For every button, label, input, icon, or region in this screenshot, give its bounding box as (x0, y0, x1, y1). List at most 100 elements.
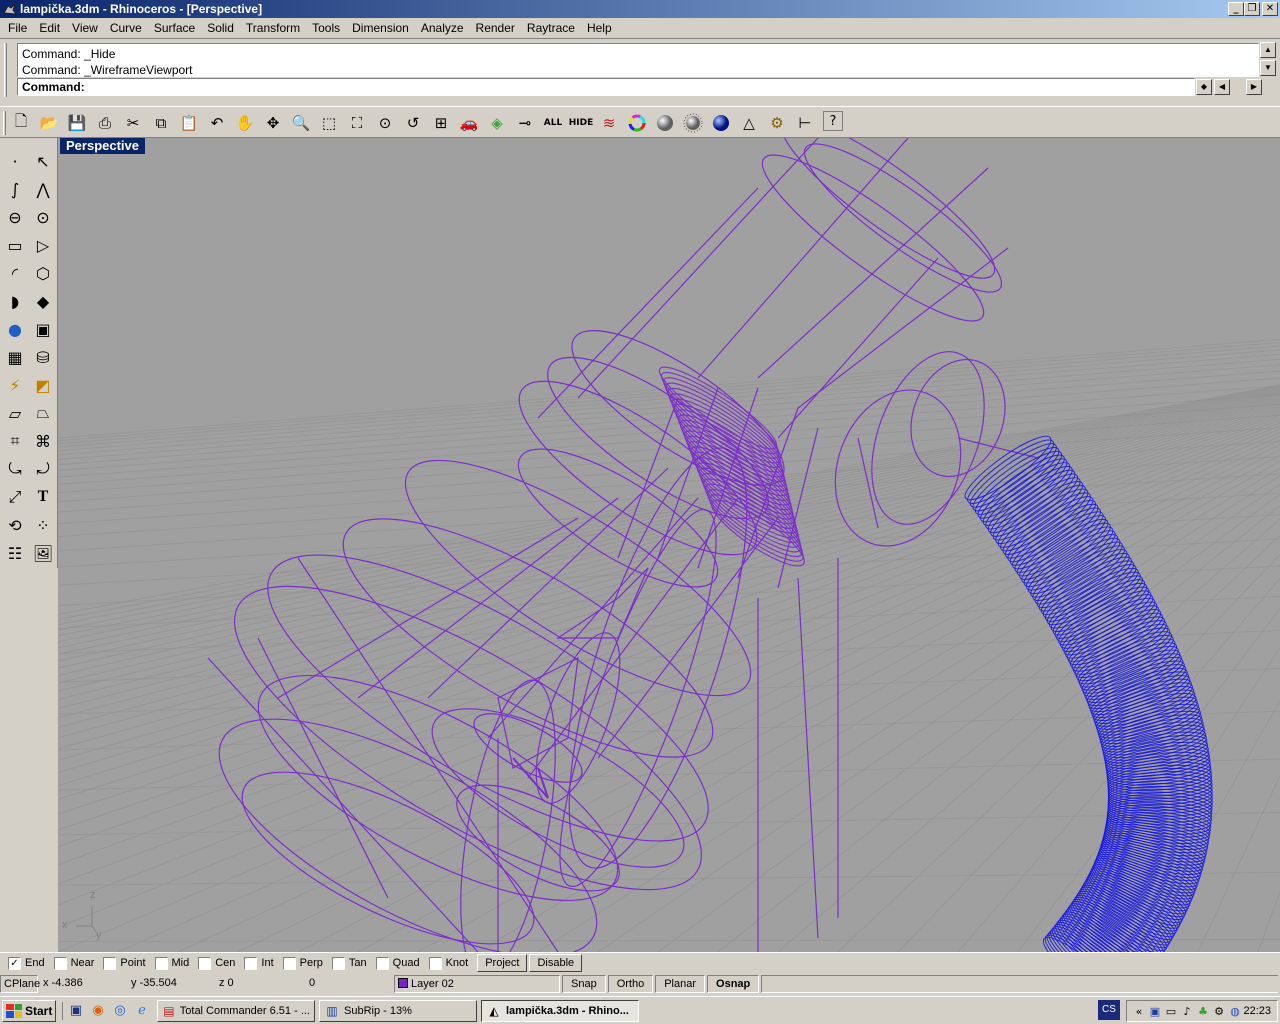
network-icon[interactable]: ▣ (1147, 1005, 1163, 1018)
array-icon[interactable]: ⌘ (30, 428, 56, 454)
snap-toggle[interactable]: Snap (562, 975, 606, 993)
menu-analyze[interactable]: Analyze (415, 18, 470, 38)
title-bar[interactable]: lampička.3dm - Rhinoceros - [Perspective… (0, 0, 1280, 18)
command-input[interactable]: Command: (17, 78, 1195, 96)
points-grid-icon[interactable]: ⁘ (30, 512, 56, 538)
menu-surface[interactable]: Surface (148, 18, 201, 38)
solid-sphere-icon[interactable]: ● (2, 316, 28, 342)
ortho-toggle[interactable]: Ortho (607, 975, 654, 993)
fillet-icon[interactable]: ⤿ (2, 456, 28, 482)
menu-tools[interactable]: Tools (306, 18, 346, 38)
osnap-tan[interactable]: Tan (331, 956, 367, 970)
shield-icon[interactable]: ◍ (1227, 1005, 1243, 1018)
project-button[interactable]: Project (477, 954, 528, 972)
disable-button[interactable]: Disable (529, 954, 583, 972)
osnap-tan-checkbox[interactable] (331, 956, 345, 970)
zoom-dynamic-icon[interactable]: 🔍 (287, 111, 315, 135)
undo-icon[interactable]: ↶ (203, 111, 231, 135)
cylinder-icon[interactable]: ⛁ (30, 344, 56, 370)
osnap-cen-checkbox[interactable] (198, 956, 212, 970)
osnap-quad-checkbox[interactable] (375, 956, 389, 970)
blue-sphere-icon[interactable] (707, 111, 735, 135)
viewport-image-icon[interactable]: 🖼 (30, 540, 56, 566)
osnap-end[interactable]: ✓ End (8, 956, 45, 970)
polygon-icon[interactable]: ▷ (30, 232, 56, 258)
ie-icon[interactable]: ℯ (133, 1002, 151, 1020)
language-indicator[interactable]: CS (1098, 1000, 1120, 1020)
scroll-down-arrow-icon[interactable]: ▼ (1260, 60, 1276, 76)
osnap-mid[interactable]: Mid (154, 956, 189, 970)
ellipse-icon[interactable]: ⊖ (2, 204, 28, 230)
osnap-quad[interactable]: Quad (375, 956, 420, 970)
restore-button[interactable]: ❐ (1244, 2, 1260, 16)
osnap-near-checkbox[interactable] (53, 956, 67, 970)
task-rhino[interactable]: ◭ lampička.3dm - Rhino... (481, 999, 639, 1022)
print-icon[interactable]: ⎙ (91, 111, 119, 135)
zoom-selected-icon[interactable]: ⊙ (371, 111, 399, 135)
open-file-icon[interactable]: 📂 (35, 111, 63, 135)
planar-toggle[interactable]: Planar (655, 975, 706, 993)
light-cone-icon[interactable]: △ (735, 111, 763, 135)
new-file-icon[interactable]: 🗋 (7, 111, 35, 135)
curve-icon[interactable]: ∫ (2, 176, 28, 202)
hide-button[interactable]: HIDE (567, 111, 595, 135)
surface-edit-icon[interactable]: ◆ (30, 288, 56, 314)
osnap-point[interactable]: Point (103, 956, 146, 970)
menu-transform[interactable]: Transform (240, 18, 306, 38)
rectangle-icon[interactable]: ▭ (2, 232, 28, 258)
save-disk-icon[interactable]: ▣ (67, 1002, 85, 1020)
mesh-icon[interactable]: ▦ (2, 344, 28, 370)
zoom-extents-icon[interactable]: ⛶ (343, 111, 371, 135)
rotate-tool-icon[interactable]: ⟲ (2, 512, 28, 538)
hexagon-icon[interactable]: ⬡ (30, 260, 56, 286)
analyze-icon[interactable]: ⚡ (2, 372, 28, 398)
menu-solid[interactable]: Solid (201, 18, 240, 38)
layer-panel[interactable]: Layer 02 (394, 975, 560, 993)
menu-help[interactable]: Help (581, 18, 618, 38)
browser-icon[interactable]: ◎ (111, 1002, 129, 1020)
osnap-perp[interactable]: Perp (282, 956, 323, 970)
toolbar-grip[interactable] (3, 111, 6, 135)
osnap-cen[interactable]: Cen (198, 956, 235, 970)
volume-icon[interactable]: ♪ (1179, 1005, 1195, 1018)
osnap-toggle[interactable]: Osnap (707, 975, 760, 993)
show-all-button[interactable]: ALL (539, 111, 567, 135)
osnap-knot-checkbox[interactable] (428, 956, 442, 970)
menu-dimension[interactable]: Dimension (346, 18, 415, 38)
start-button[interactable]: Start (2, 999, 56, 1022)
render-sphere-icon[interactable] (651, 111, 679, 135)
plane-icon[interactable]: ⏥ (2, 400, 28, 426)
save-icon[interactable]: 💾 (63, 111, 91, 135)
zoom-window-icon[interactable]: ⬚ (315, 111, 343, 135)
menu-edit[interactable]: Edit (33, 18, 66, 38)
menu-file[interactable]: File (2, 18, 33, 38)
scroll-up-arrow-icon[interactable]: ▲ (1260, 42, 1276, 58)
split-icon[interactable]: ⏢ (30, 400, 56, 426)
menu-render[interactable]: Render (470, 18, 521, 38)
car-object-icon[interactable]: 🚗 (455, 111, 483, 135)
menu-raytrace[interactable]: Raytrace (521, 18, 581, 38)
paste-icon[interactable]: 📋 (175, 111, 203, 135)
surface-patch-icon[interactable]: ◗ (2, 288, 28, 314)
history-scrollbar[interactable]: ▲ ▼ (1260, 42, 1276, 76)
dimension-tool-icon[interactable]: ⤢ (2, 484, 28, 510)
properties-icon[interactable]: ⊸ (511, 111, 539, 135)
osnap-int-checkbox[interactable] (244, 956, 258, 970)
command-history[interactable]: Command: _Hide Command: _WireframeViewpo… (17, 43, 1259, 77)
perspective-viewport[interactable]: Perspective z x y (58, 138, 1280, 952)
help-icon[interactable]: ? (823, 111, 843, 131)
osnap-int[interactable]: Int (244, 956, 274, 970)
four-viewports-icon[interactable]: ⊞ (427, 111, 455, 135)
select-arrow-icon[interactable]: ↖ (30, 148, 56, 174)
command-right-arrow-icon[interactable]: ▶ (1246, 79, 1262, 95)
grid-snap-icon[interactable]: ☷ (2, 540, 28, 566)
blend-icon[interactable]: ⤾ (30, 456, 56, 482)
point-icon[interactable]: · (2, 148, 28, 174)
firefox-icon[interactable]: ◉ (89, 1002, 107, 1020)
layers-stack-icon[interactable]: ≋ (595, 111, 623, 135)
solid-box-icon[interactable]: ▣ (30, 316, 56, 342)
monitor-icon[interactable]: ▭ (1163, 1005, 1179, 1018)
color-wheel-icon[interactable] (623, 111, 651, 135)
command-grip[interactable] (4, 43, 7, 97)
transform-icon[interactable]: ⌗ (2, 428, 28, 454)
